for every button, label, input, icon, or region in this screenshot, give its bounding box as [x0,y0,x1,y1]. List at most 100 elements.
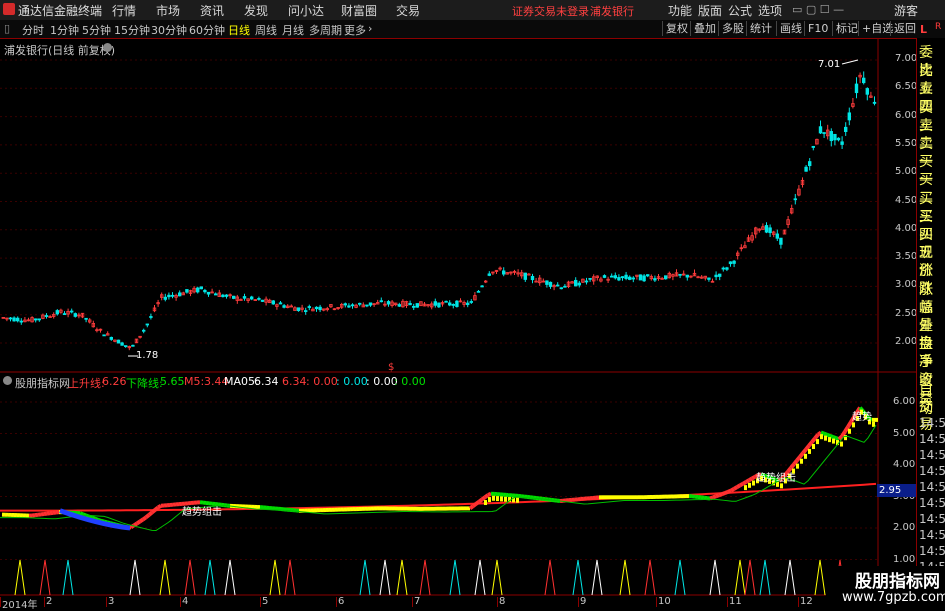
down-line-value: 5.65 [160,375,185,388]
title-dropdown-icon[interactable] [103,43,112,52]
high-price-label: 7.01 [818,59,840,70]
candle-body [398,305,401,307]
menu-layout[interactable]: 版面 [698,2,722,19]
side-l[interactable]: L [920,23,927,36]
kline-chart[interactable] [0,38,916,609]
signal-block [496,496,499,501]
candle-body [150,316,153,317]
signal-spike [675,560,685,595]
menu-item-discover[interactable]: 发现 [244,2,268,19]
menu-options[interactable]: 选项 [758,2,782,19]
candle-body [366,305,369,306]
candle-body [470,301,473,302]
signal-spike [745,560,755,595]
btn-rights[interactable]: 复权 [662,21,691,36]
btn-overlay[interactable]: 叠加 [690,21,719,36]
value-4: : 0.00 [366,375,398,388]
candle-body [196,288,199,292]
candle-body [204,290,207,291]
candle-body [823,133,826,134]
candle-body [549,282,552,286]
signal-spike [40,560,50,595]
candle-body [481,286,484,287]
period-30min[interactable]: 30分钟 [151,22,187,38]
price-tick: 7.00 [895,53,917,64]
indicator-band [830,436,833,437]
signal-block [852,422,855,427]
menu-guest[interactable]: 游客 [894,2,918,19]
btn-multi[interactable]: 多股 [718,21,747,36]
date-tick-mark [727,597,728,607]
candle-body [769,228,772,233]
side-r[interactable]: R [935,22,941,32]
candle-body [614,276,617,278]
menu-item-news[interactable]: 资讯 [200,2,224,19]
toolbar-toggle-icon[interactable]: ▯ [4,22,10,35]
candle-body [862,78,865,83]
btn-draw[interactable]: 画线 [776,21,805,36]
candle-body [610,276,613,277]
watermark-url: www.7gpzb.com [842,590,945,605]
price-tick: 6.50 [895,81,917,92]
indicator-band [812,438,815,442]
period-tick[interactable]: 分时 [22,22,44,38]
menu-item-trade[interactable]: 交易 [396,2,420,19]
signal-block [820,434,823,439]
price-badge: 2.95 [877,484,917,497]
candle-body [722,268,725,269]
candle-body [448,303,451,305]
date-tick: 3 [108,596,114,607]
indicator-band [485,495,488,497]
period-5min[interactable]: 5分钟 [82,22,111,38]
btn-f10[interactable]: F10 [804,21,831,36]
signal-spike [130,560,140,595]
indicator-menu-icon[interactable] [3,376,12,385]
menu-func[interactable]: 功能 [668,2,692,19]
window-controls-icon[interactable]: ▭ ▢ ☐ — [792,3,844,16]
period-month[interactable]: 月线 [282,22,304,38]
period-day[interactable]: 日线 [228,22,250,38]
signal-block [844,435,847,440]
chevron-right-icon[interactable]: › [368,22,372,35]
candle-body [369,303,372,305]
period-week[interactable]: 周线 [255,22,277,38]
candle-body [45,316,48,317]
period-60min[interactable]: 60分钟 [189,22,225,38]
date-tick: 4 [182,596,188,607]
candle-body [603,276,606,278]
candle-body [34,319,37,320]
period-15min[interactable]: 15分钟 [114,22,150,38]
indicator-band [803,449,806,453]
price-tick: 3.00 [895,279,917,290]
candle-body [409,303,412,304]
btn-mark[interactable]: 标记 [832,21,861,36]
signal-spike [592,560,602,595]
indicator-tick: 4.00 [893,459,915,470]
indicator-band [737,485,740,487]
date-tick: 6 [338,596,344,607]
candle-body [142,330,145,331]
menu-item-ask[interactable]: 问小达 [288,2,324,19]
btn-back[interactable]: 返回 [890,21,919,36]
menu-formula[interactable]: 公式 [728,2,752,19]
signal-block [744,485,747,490]
login-status[interactable]: 证券交易未登录 [512,3,589,19]
btn-stats[interactable]: 统计 [746,21,775,36]
indicator-tick: 5.00 [893,428,915,439]
signal-spike [573,560,583,595]
candle-body [848,113,851,120]
candle-body [304,311,307,312]
period-1min[interactable]: 1分钟 [50,22,79,38]
menu-item-market[interactable]: 市场 [156,2,180,19]
candle-body [445,301,448,302]
signal-spikes [15,560,845,595]
indicator-name[interactable]: 股朋指标网 [15,375,70,391]
chart-title: 浦发银行(日线 前复权) [4,42,115,58]
signal-spike [645,560,655,595]
period-multi[interactable]: 多周期 [309,22,342,38]
down-line [0,425,876,530]
candle-body [639,275,642,280]
menu-item-quote[interactable]: 行情 [112,2,136,19]
menu-item-wealth[interactable]: 财富圈 [341,2,377,19]
period-more[interactable]: 更多 [344,22,366,38]
